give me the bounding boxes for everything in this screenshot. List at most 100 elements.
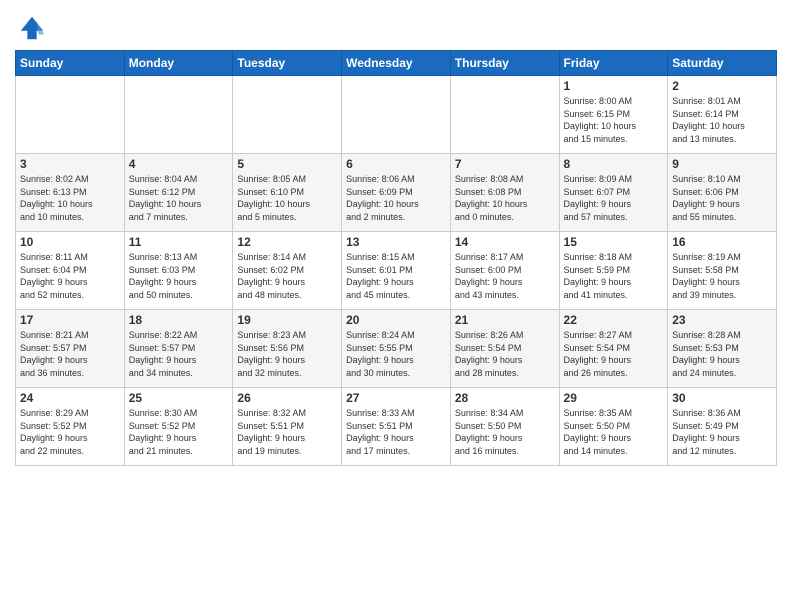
day-info: Sunrise: 8:32 AM Sunset: 5:51 PM Dayligh… <box>237 407 337 457</box>
calendar-week-4: 24 Sunrise: 8:29 AM Sunset: 5:52 PM Dayli… <box>16 388 777 466</box>
calendar-cell: 14 Sunrise: 8:17 AM Sunset: 6:00 PM Dayli… <box>450 232 559 310</box>
day-number: 20 <box>346 313 446 327</box>
calendar-cell: 29 Sunrise: 8:35 AM Sunset: 5:50 PM Dayli… <box>559 388 668 466</box>
day-info: Sunrise: 8:09 AM Sunset: 6:07 PM Dayligh… <box>564 173 664 223</box>
day-info: Sunrise: 8:24 AM Sunset: 5:55 PM Dayligh… <box>346 329 446 379</box>
calendar-week-1: 3 Sunrise: 8:02 AM Sunset: 6:13 PM Daylig… <box>16 154 777 232</box>
day-number: 18 <box>129 313 229 327</box>
day-number: 4 <box>129 157 229 171</box>
calendar: SundayMondayTuesdayWednesdayThursdayFrid… <box>15 50 777 466</box>
day-info: Sunrise: 8:22 AM Sunset: 5:57 PM Dayligh… <box>129 329 229 379</box>
day-info: Sunrise: 8:02 AM Sunset: 6:13 PM Dayligh… <box>20 173 120 223</box>
calendar-week-3: 17 Sunrise: 8:21 AM Sunset: 5:57 PM Dayli… <box>16 310 777 388</box>
day-info: Sunrise: 8:33 AM Sunset: 5:51 PM Dayligh… <box>346 407 446 457</box>
day-number: 6 <box>346 157 446 171</box>
day-header-wednesday: Wednesday <box>342 51 451 76</box>
calendar-cell: 2 Sunrise: 8:01 AM Sunset: 6:14 PM Daylig… <box>668 76 777 154</box>
calendar-cell: 16 Sunrise: 8:19 AM Sunset: 5:58 PM Dayli… <box>668 232 777 310</box>
day-number: 15 <box>564 235 664 249</box>
day-info: Sunrise: 8:18 AM Sunset: 5:59 PM Dayligh… <box>564 251 664 301</box>
day-number: 1 <box>564 79 664 93</box>
day-number: 11 <box>129 235 229 249</box>
calendar-cell: 22 Sunrise: 8:27 AM Sunset: 5:54 PM Dayli… <box>559 310 668 388</box>
day-header-tuesday: Tuesday <box>233 51 342 76</box>
calendar-cell <box>342 76 451 154</box>
calendar-cell: 8 Sunrise: 8:09 AM Sunset: 6:07 PM Daylig… <box>559 154 668 232</box>
day-info: Sunrise: 8:36 AM Sunset: 5:49 PM Dayligh… <box>672 407 772 457</box>
day-info: Sunrise: 8:35 AM Sunset: 5:50 PM Dayligh… <box>564 407 664 457</box>
calendar-cell: 1 Sunrise: 8:00 AM Sunset: 6:15 PM Daylig… <box>559 76 668 154</box>
calendar-cell: 15 Sunrise: 8:18 AM Sunset: 5:59 PM Dayli… <box>559 232 668 310</box>
day-number: 14 <box>455 235 555 249</box>
day-info: Sunrise: 8:13 AM Sunset: 6:03 PM Dayligh… <box>129 251 229 301</box>
day-number: 17 <box>20 313 120 327</box>
day-number: 29 <box>564 391 664 405</box>
day-info: Sunrise: 8:26 AM Sunset: 5:54 PM Dayligh… <box>455 329 555 379</box>
day-number: 30 <box>672 391 772 405</box>
calendar-cell: 4 Sunrise: 8:04 AM Sunset: 6:12 PM Daylig… <box>124 154 233 232</box>
day-header-friday: Friday <box>559 51 668 76</box>
day-info: Sunrise: 8:19 AM Sunset: 5:58 PM Dayligh… <box>672 251 772 301</box>
day-number: 22 <box>564 313 664 327</box>
calendar-cell: 27 Sunrise: 8:33 AM Sunset: 5:51 PM Dayli… <box>342 388 451 466</box>
day-info: Sunrise: 8:01 AM Sunset: 6:14 PM Dayligh… <box>672 95 772 145</box>
calendar-cell: 5 Sunrise: 8:05 AM Sunset: 6:10 PM Daylig… <box>233 154 342 232</box>
calendar-cell <box>450 76 559 154</box>
day-info: Sunrise: 8:17 AM Sunset: 6:00 PM Dayligh… <box>455 251 555 301</box>
header <box>15 10 777 42</box>
day-number: 25 <box>129 391 229 405</box>
day-number: 16 <box>672 235 772 249</box>
day-number: 5 <box>237 157 337 171</box>
day-info: Sunrise: 8:29 AM Sunset: 5:52 PM Dayligh… <box>20 407 120 457</box>
day-number: 8 <box>564 157 664 171</box>
calendar-cell <box>233 76 342 154</box>
calendar-cell: 24 Sunrise: 8:29 AM Sunset: 5:52 PM Dayli… <box>16 388 125 466</box>
day-info: Sunrise: 8:05 AM Sunset: 6:10 PM Dayligh… <box>237 173 337 223</box>
calendar-cell: 26 Sunrise: 8:32 AM Sunset: 5:51 PM Dayli… <box>233 388 342 466</box>
calendar-cell: 21 Sunrise: 8:26 AM Sunset: 5:54 PM Dayli… <box>450 310 559 388</box>
calendar-cell: 18 Sunrise: 8:22 AM Sunset: 5:57 PM Dayli… <box>124 310 233 388</box>
day-header-thursday: Thursday <box>450 51 559 76</box>
day-info: Sunrise: 8:08 AM Sunset: 6:08 PM Dayligh… <box>455 173 555 223</box>
day-number: 13 <box>346 235 446 249</box>
calendar-cell: 10 Sunrise: 8:11 AM Sunset: 6:04 PM Dayli… <box>16 232 125 310</box>
day-number: 28 <box>455 391 555 405</box>
calendar-week-2: 10 Sunrise: 8:11 AM Sunset: 6:04 PM Dayli… <box>16 232 777 310</box>
calendar-cell <box>16 76 125 154</box>
day-header-sunday: Sunday <box>16 51 125 76</box>
calendar-cell: 19Sunrise: 8:23 AM Sunset: 5:56 PM Dayli… <box>233 310 342 388</box>
day-info: Sunrise: 8:34 AM Sunset: 5:50 PM Dayligh… <box>455 407 555 457</box>
day-info: Sunrise: 8:11 AM Sunset: 6:04 PM Dayligh… <box>20 251 120 301</box>
day-info: Sunrise: 8:30 AM Sunset: 5:52 PM Dayligh… <box>129 407 229 457</box>
day-info: Sunrise: 8:04 AM Sunset: 6:12 PM Dayligh… <box>129 173 229 223</box>
day-info: Sunrise: 8:15 AM Sunset: 6:01 PM Dayligh… <box>346 251 446 301</box>
logo <box>15 14 46 42</box>
day-info: Sunrise: 8:23 AM Sunset: 5:56 PM Dayligh… <box>237 329 337 379</box>
day-info: Sunrise: 8:27 AM Sunset: 5:54 PM Dayligh… <box>564 329 664 379</box>
day-number: 27 <box>346 391 446 405</box>
calendar-header-row: SundayMondayTuesdayWednesdayThursdayFrid… <box>16 51 777 76</box>
day-info: Sunrise: 8:00 AM Sunset: 6:15 PM Dayligh… <box>564 95 664 145</box>
day-number: 10 <box>20 235 120 249</box>
calendar-cell: 17 Sunrise: 8:21 AM Sunset: 5:57 PM Dayli… <box>16 310 125 388</box>
calendar-cell: 3 Sunrise: 8:02 AM Sunset: 6:13 PM Daylig… <box>16 154 125 232</box>
day-number: 21 <box>455 313 555 327</box>
calendar-cell: 9Sunrise: 8:10 AM Sunset: 6:06 PM Daylig… <box>668 154 777 232</box>
day-number: 24 <box>20 391 120 405</box>
day-number: 3 <box>20 157 120 171</box>
calendar-cell: 20 Sunrise: 8:24 AM Sunset: 5:55 PM Dayli… <box>342 310 451 388</box>
day-info: Sunrise: 8:14 AM Sunset: 6:02 PM Dayligh… <box>237 251 337 301</box>
day-info: Sunrise: 8:28 AM Sunset: 5:53 PM Dayligh… <box>672 329 772 379</box>
calendar-week-0: 1 Sunrise: 8:00 AM Sunset: 6:15 PM Daylig… <box>16 76 777 154</box>
day-info: Sunrise: 8:10 AM Sunset: 6:06 PM Dayligh… <box>672 173 772 223</box>
calendar-cell: 13 Sunrise: 8:15 AM Sunset: 6:01 PM Dayli… <box>342 232 451 310</box>
day-header-monday: Monday <box>124 51 233 76</box>
calendar-cell: 28 Sunrise: 8:34 AM Sunset: 5:50 PM Dayli… <box>450 388 559 466</box>
calendar-cell: 25 Sunrise: 8:30 AM Sunset: 5:52 PM Dayli… <box>124 388 233 466</box>
day-number: 26 <box>237 391 337 405</box>
calendar-cell: 23Sunrise: 8:28 AM Sunset: 5:53 PM Dayli… <box>668 310 777 388</box>
calendar-cell: 30 Sunrise: 8:36 AM Sunset: 5:49 PM Dayli… <box>668 388 777 466</box>
day-info: Sunrise: 8:21 AM Sunset: 5:57 PM Dayligh… <box>20 329 120 379</box>
day-info: Sunrise: 8:06 AM Sunset: 6:09 PM Dayligh… <box>346 173 446 223</box>
day-number: 2 <box>672 79 772 93</box>
